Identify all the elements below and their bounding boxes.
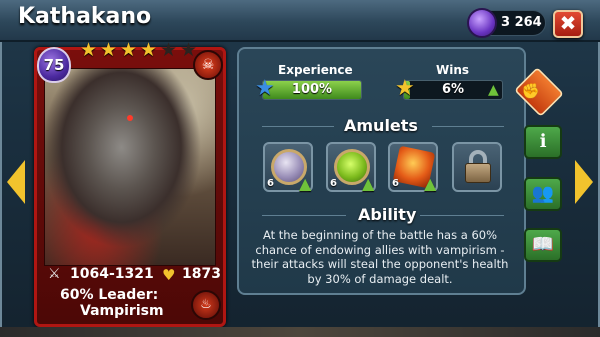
amulet-level: 6: [267, 178, 274, 189]
upgrade-arrow-icon: ▲: [299, 174, 312, 193]
faction-icon: ☠: [193, 50, 223, 80]
title-bar: Kathakano 3 264 ✖: [0, 0, 600, 42]
divider: [262, 126, 334, 127]
divider: [420, 215, 504, 216]
previous-arrow[interactable]: [7, 160, 25, 204]
star-filled-icon: ★: [80, 39, 98, 61]
experience-star-icon: ★: [255, 76, 275, 101]
amulet-level: 6: [330, 178, 337, 189]
upgrade-arrow-icon: ▲: [488, 82, 499, 98]
leader-line-1: 60% Leader:: [60, 287, 159, 303]
amulet-slot-1[interactable]: 6 ▲: [263, 142, 313, 193]
star-filled-icon: ★: [140, 39, 158, 61]
group-icon: 👥: [531, 183, 555, 204]
wins-star-icon: ★: [395, 76, 415, 101]
amulets-title: Amulets: [344, 116, 418, 135]
experience-value: 100%: [291, 82, 333, 97]
star-empty-icon: ★: [160, 39, 178, 61]
wins-label: Wins: [436, 63, 470, 77]
divider: [262, 215, 346, 216]
hero-name: Kathakano: [18, 4, 152, 29]
amulet-slot-locked[interactable]: [452, 142, 502, 192]
hero-card[interactable]: [34, 47, 226, 327]
book-icon: 📖: [531, 234, 555, 255]
star-filled-icon: ★: [100, 39, 118, 61]
info-icon: ℹ: [539, 131, 547, 152]
star-rating: ★ ★ ★ ★ ★ ★: [80, 41, 199, 61]
upgrade-arrow-icon: ▲: [424, 174, 437, 193]
ability-icon: ♨: [191, 290, 221, 320]
fist-icon: ✊: [521, 82, 541, 101]
divider: [432, 126, 504, 127]
lock-body: [465, 163, 491, 183]
amulet-level: 6: [392, 178, 399, 189]
eye-mark: [127, 115, 133, 121]
experience-label: Experience: [278, 63, 353, 77]
experience-bar: 100%: [262, 80, 362, 100]
book-tab[interactable]: 📖: [524, 228, 562, 262]
ability-description: At the beginning of the battle has a 60%…: [251, 228, 509, 286]
amulet-slot-3[interactable]: 6 ▲: [388, 142, 438, 193]
currency-display: 3 264: [467, 8, 546, 38]
leader-line-2: Vampirism: [80, 303, 164, 319]
info-tab[interactable]: ℹ: [524, 125, 562, 159]
swords-icon: ⚔: [48, 266, 61, 282]
ability-title: Ability: [358, 205, 417, 224]
attack-value: 1064-1321: [70, 266, 154, 282]
level-badge: 75: [37, 47, 71, 83]
hero-artwork: [44, 68, 216, 266]
currency-value: 3 264: [501, 15, 542, 30]
crystal-icon: [467, 8, 497, 38]
next-arrow[interactable]: [575, 160, 593, 204]
group-tab[interactable]: 👥: [524, 177, 562, 211]
amulet-slot-2[interactable]: 6 ▲: [326, 142, 376, 193]
background-strip: [0, 327, 600, 337]
star-filled-icon: ★: [120, 39, 138, 61]
health-value: 1873: [182, 266, 221, 282]
upgrade-arrow-icon: ▲: [362, 174, 375, 193]
close-button[interactable]: ✖: [553, 10, 583, 38]
heart-icon: ♥: [162, 266, 176, 284]
